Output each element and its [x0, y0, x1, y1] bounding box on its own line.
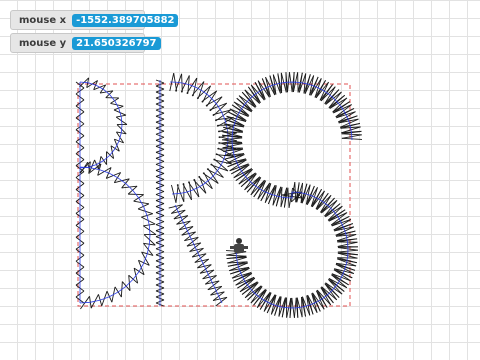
letter-r-stitches — [155, 73, 237, 307]
letter-s-stitches — [222, 72, 363, 318]
letter-b-stitches — [75, 77, 157, 310]
stitch-drawing — [75, 72, 363, 318]
